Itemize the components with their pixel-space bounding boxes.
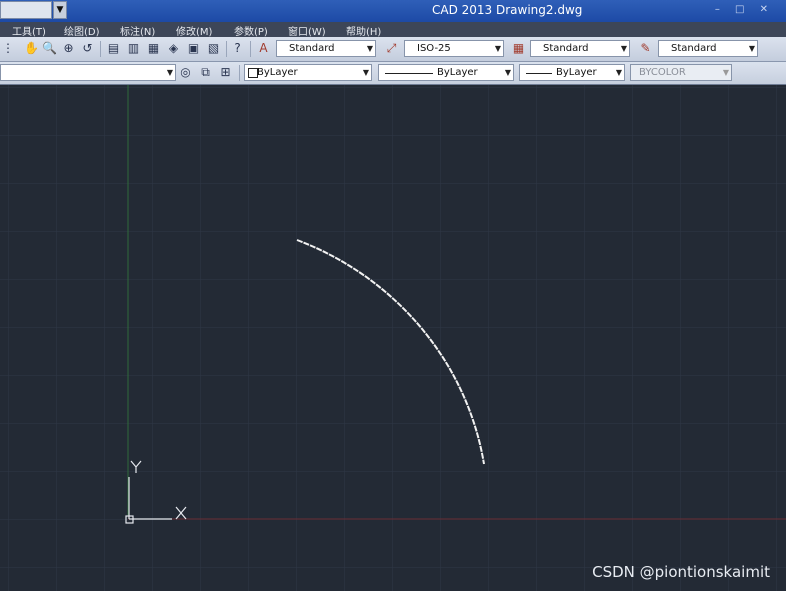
menu-help[interactable]: 帮助(H) [346, 23, 381, 38]
menu-modify[interactable]: 修改(M) [176, 23, 212, 38]
layer-previous-icon[interactable]: ⊞ [218, 65, 233, 80]
workspace-dropdown-button[interactable]: ▼ [53, 1, 67, 19]
layer-properties-icon[interactable]: ◎ [178, 65, 193, 80]
chevron-down-icon: ▼ [504, 68, 511, 77]
chevron-down-icon: ▼ [56, 5, 64, 15]
toolbar-separator [239, 65, 240, 81]
window-controls[interactable]: – □ ✕ [715, 4, 774, 15]
multileader-style-icon[interactable]: ✎ [638, 41, 653, 56]
menu-window[interactable]: 窗口(W) [288, 23, 326, 38]
chevron-down-icon: ▼ [366, 44, 373, 53]
watermark: CSDN @piontionskaimit [592, 563, 770, 581]
toolbar-grip-icon: ⋮ [2, 41, 14, 55]
chevron-down-icon: ▼ [362, 68, 369, 77]
toolbar-separator [100, 41, 101, 57]
lineweight-control-select[interactable]: ByLayer ▼ [519, 64, 625, 81]
menu-tools[interactable]: 工具(T) [12, 23, 46, 38]
dimension-style-icon[interactable]: ⤢ [384, 41, 399, 56]
chevron-down-icon: ▼ [620, 44, 627, 53]
chevron-down-icon: ▼ [748, 44, 755, 53]
table-style-select[interactable]: Standard ▼ [530, 40, 630, 57]
menu-dimension[interactable]: 标注(N) [120, 23, 155, 38]
zoom-previous-icon[interactable]: ↺ [80, 41, 95, 56]
drawing-canvas[interactable]: CSDN @piontionskaimit [0, 85, 786, 591]
window-title: CAD 2013 Drawing2.dwg [432, 3, 583, 17]
model-space [0, 85, 786, 591]
design-center-icon[interactable]: ▥ [126, 41, 141, 56]
linetype-preview [385, 73, 433, 74]
chevron-down-icon: ▼ [722, 68, 729, 77]
markup-icon[interactable]: ▣ [186, 41, 201, 56]
title-bar: ▼ CAD 2013 Drawing2.dwg – □ ✕ [0, 0, 786, 22]
toolbar-separator [226, 41, 227, 57]
color-swatch [248, 68, 258, 78]
menu-bar: 工具(T) 绘图(D) 标注(N) 修改(M) 参数(P) 窗口(W) 帮助(H… [0, 22, 786, 38]
multileader-style-select[interactable]: Standard ▼ [658, 40, 758, 57]
menu-draw[interactable]: 绘图(D) [64, 23, 100, 38]
grid [0, 85, 786, 591]
chevron-down-icon: ▼ [494, 44, 501, 53]
workspace-combo[interactable] [0, 1, 52, 19]
make-current-layer-icon[interactable]: ⧉ [198, 65, 213, 80]
chevron-down-icon: ▼ [615, 68, 622, 77]
color-control-select[interactable]: ByLayer ▼ [244, 64, 372, 81]
toolbar-separator [250, 41, 251, 57]
quickcalc-icon[interactable]: ▧ [206, 41, 221, 56]
styles-toolbar: ⋮ ✋ 🔍 ⊕ ↺ ▤ ▥ ▦ ◈ ▣ ▧ ? A Standard ▼ ⤢ IS… [0, 37, 786, 62]
zoom-realtime-icon[interactable]: 🔍 [42, 41, 57, 56]
linetype-control-select[interactable]: ByLayer ▼ [378, 64, 514, 81]
chevron-down-icon: ▼ [166, 68, 173, 77]
layer-select[interactable]: ▼ [0, 64, 176, 81]
tool-palettes-icon[interactable]: ▦ [146, 41, 161, 56]
help-icon[interactable]: ? [230, 41, 245, 56]
text-style-select[interactable]: Standard ▼ [276, 40, 376, 57]
sheet-set-icon[interactable]: ◈ [166, 41, 181, 56]
text-style-icon[interactable]: A [256, 41, 271, 56]
zoom-window-icon[interactable]: ⊕ [61, 41, 76, 56]
table-style-icon[interactable]: ▦ [511, 41, 526, 56]
properties-toolbar: ▼ ◎ ⧉ ⊞ ByLayer ▼ ByLayer ▼ ByLayer ▼ BYCOL… [0, 62, 786, 85]
plot-style-control-select: BYCOLOR ▼ [630, 64, 732, 81]
pan-icon[interactable]: ✋ [24, 41, 39, 56]
dimension-style-select[interactable]: ISO-25 ▼ [404, 40, 504, 57]
properties-icon[interactable]: ▤ [106, 41, 121, 56]
lineweight-preview [526, 73, 552, 74]
menu-parametric[interactable]: 参数(P) [234, 23, 268, 38]
